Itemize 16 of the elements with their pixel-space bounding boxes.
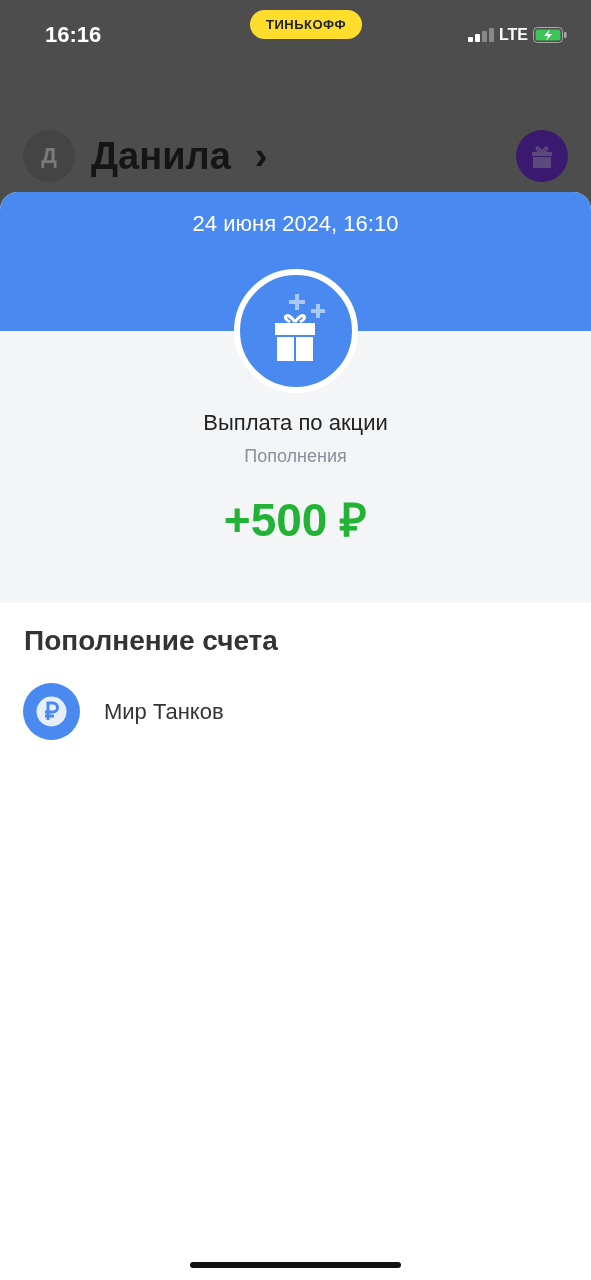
- clock: 16:16: [45, 22, 103, 48]
- chevron-icon[interactable]: ›: [254, 134, 268, 178]
- item-label[interactable]: Мир Танков: [104, 698, 224, 725]
- battery-icon: [533, 27, 567, 43]
- carrier-badge: ТИНЬКОФФ: [249, 9, 363, 39]
- operation-amount: +500 ₽: [223, 493, 368, 548]
- signal-icon: [467, 28, 494, 42]
- ruble-icon: [23, 683, 80, 740]
- network-label: LTE: [498, 26, 528, 44]
- section-heading: Пополнение счета: [24, 625, 279, 657]
- profile-name[interactable]: Данила: [91, 134, 231, 178]
- operation-title: Выплата по акции: [203, 410, 388, 436]
- operation-category: Пополнения: [244, 446, 347, 467]
- operation-date: 24 июня 2024, 16:10: [192, 211, 399, 237]
- home-indicator[interactable]: [190, 1262, 401, 1268]
- gift-icon[interactable]: [516, 130, 568, 182]
